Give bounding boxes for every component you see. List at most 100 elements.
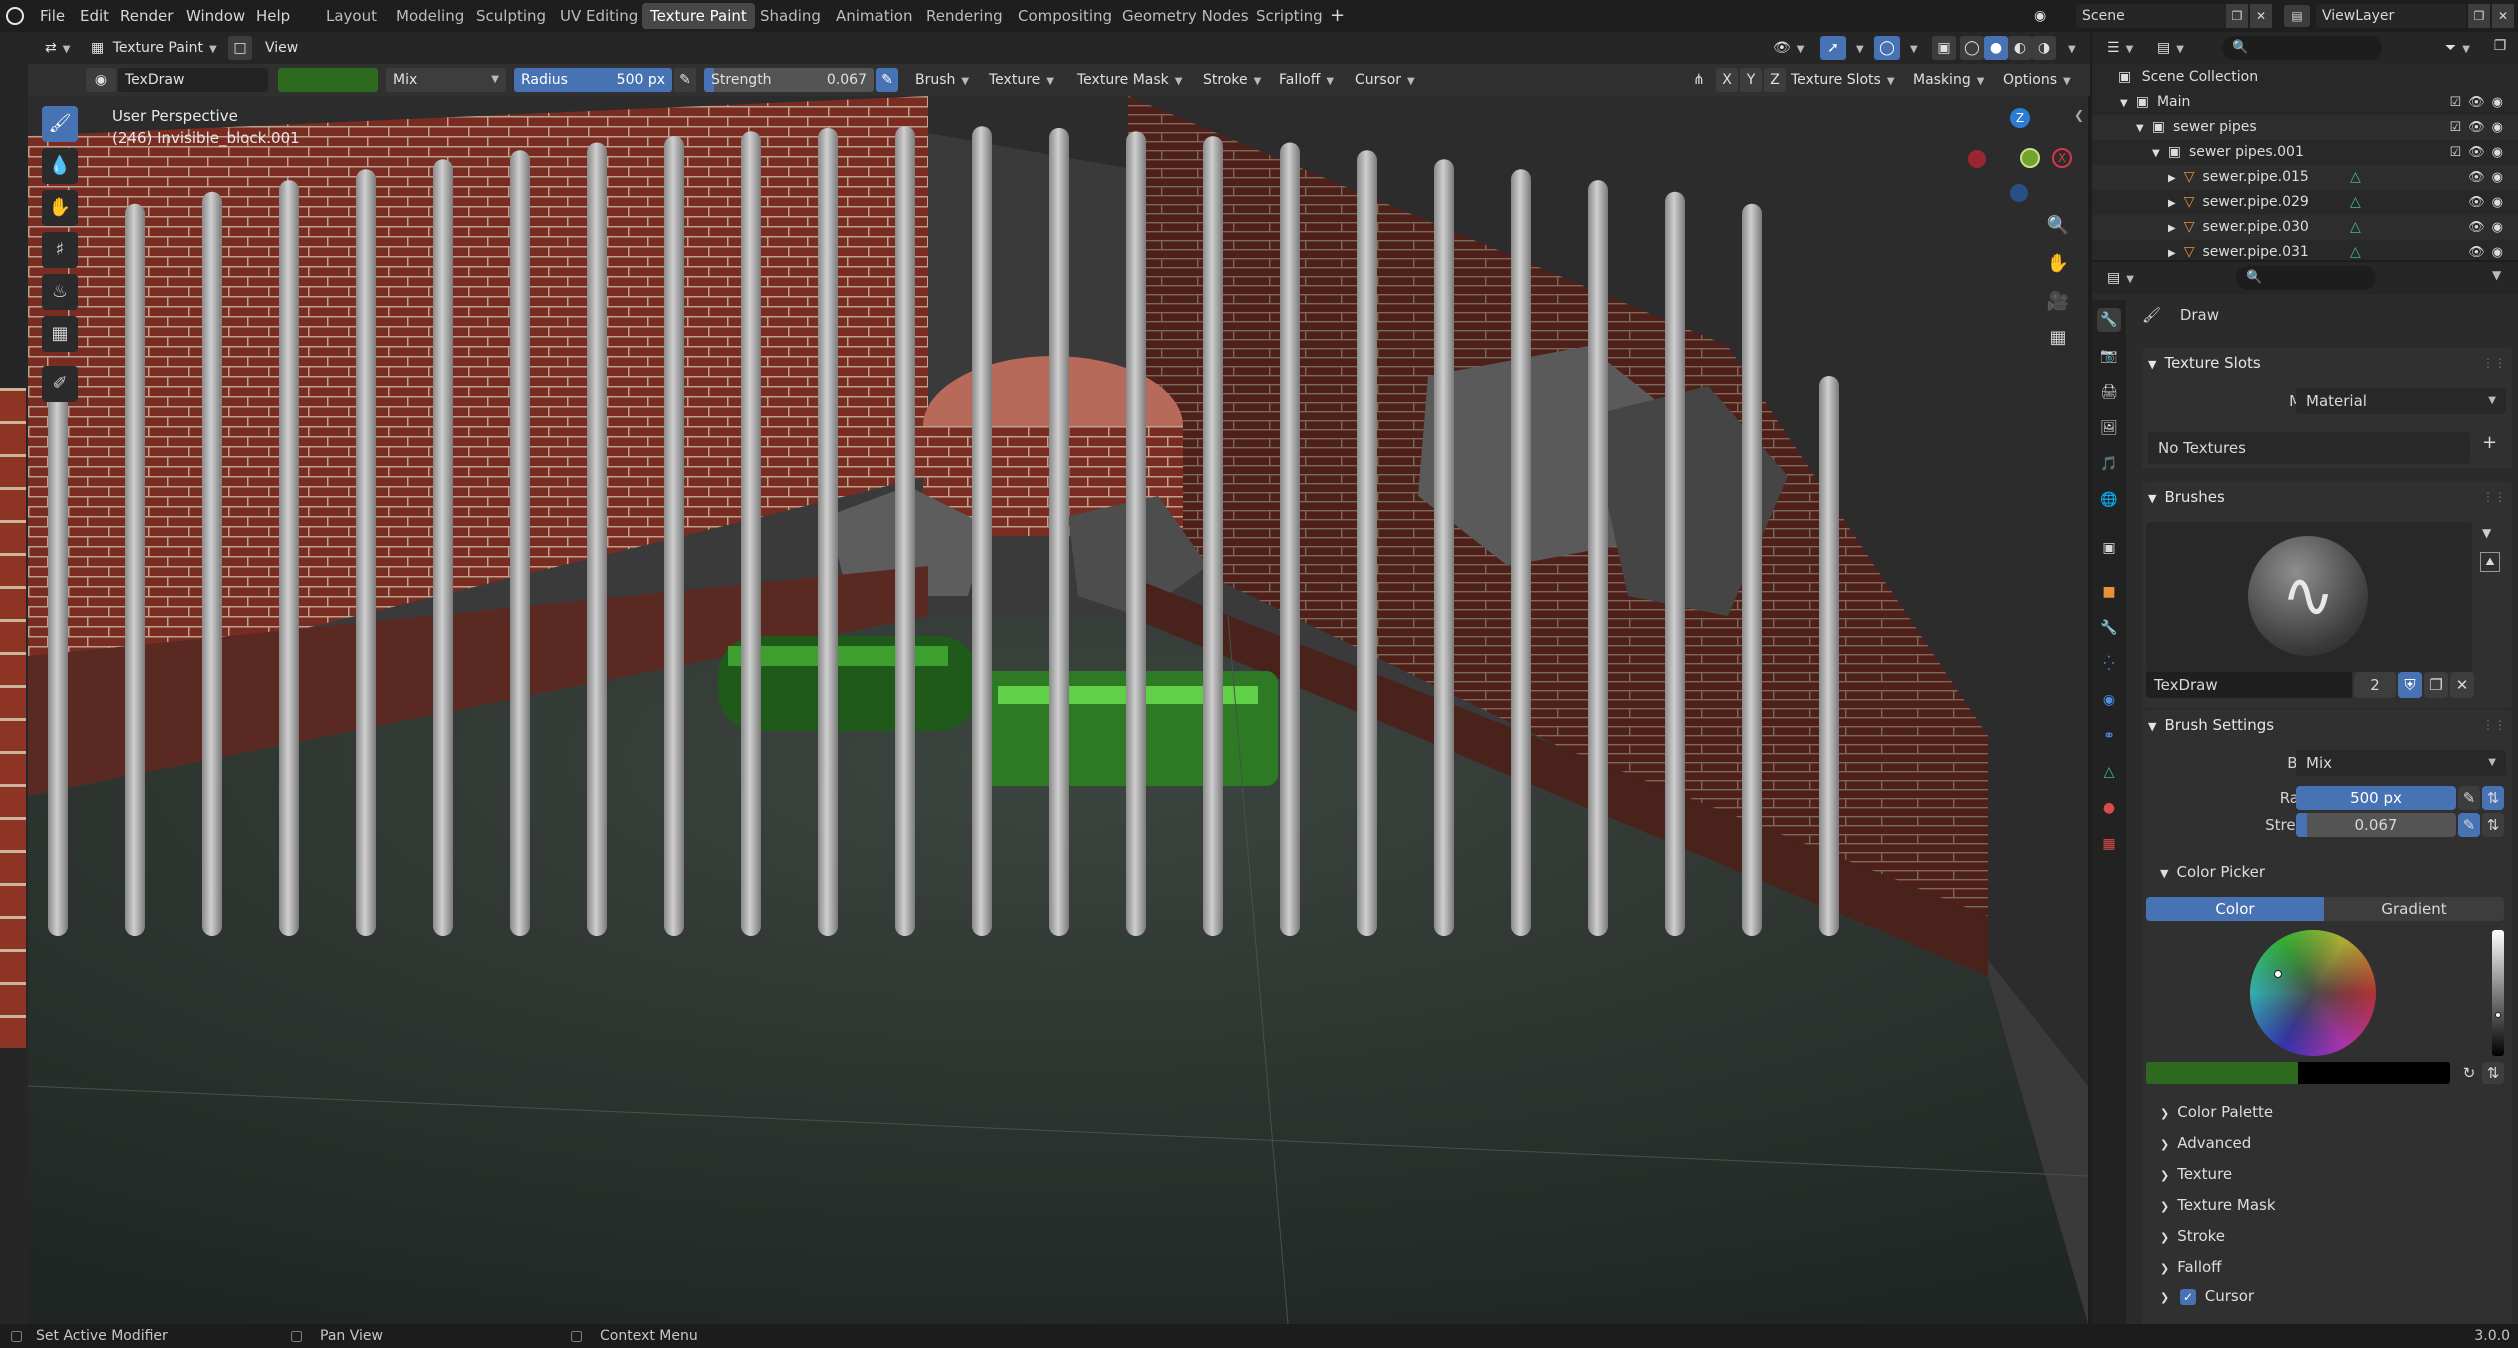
properties-type-icon[interactable]: ▤ ▼ [2100,266,2141,290]
color-swatch-bar[interactable] [2146,1062,2450,1084]
properties-options-icon[interactable]: ▼ [2492,268,2501,282]
radius-pressure-toggle-icon[interactable]: ✎ [2458,786,2480,810]
draw-brush-icon[interactable]: 🖌 [42,106,78,142]
brush-name-field[interactable]: TexDraw [118,68,268,92]
object-tab-icon[interactable]: ■ [2097,580,2121,604]
material-shading-icon[interactable]: ◐ [2008,36,2032,60]
tool-tab-icon[interactable]: 🔧 [2097,308,2121,332]
drag-handle-icon[interactable]: ⋮⋮ [2482,482,2506,512]
overlay-toggle-icon[interactable]: ◯ [1874,36,1900,60]
radius-field[interactable]: 500 px [2296,786,2456,810]
blend-dropdown[interactable]: Mix ▼ [2296,750,2506,776]
collapsed-subpanel-header[interactable]: ❯ Color Palette [2160,1098,2273,1126]
add-texture-icon[interactable]: + [2482,432,2497,453]
editor-type-dropdown[interactable]: ⇄ ▼ [38,36,77,60]
smear-brush-icon[interactable]: ✋ [42,190,78,226]
brush-preview[interactable]: ∿ [2146,522,2472,672]
outliner-row[interactable]: ▶ ▽ sewer.pipe.015 △ 👁◉ [2092,165,2518,190]
pan-hand-icon[interactable]: ✋ [2042,248,2074,280]
row-visibility-icons[interactable]: ☑👁◉ [2449,90,2510,115]
radius-pressure-icon[interactable]: ✎ [674,68,696,92]
add-workspace-button[interactable]: + [1330,0,1345,32]
navigation-gizmo[interactable]: Z X [1968,106,2072,216]
outliner-scene-collection[interactable]: ▣ Scene Collection [2092,65,2518,90]
view-layer-tab-icon[interactable]: 🖼 [2097,416,2121,440]
mask-brush-icon[interactable]: ▦ [42,316,78,352]
scene-tab-icon[interactable]: 🎵 [2097,452,2121,476]
texture-mask-dropdown[interactable]: Texture Mask ▼ [1070,68,1189,92]
3d-viewport[interactable]: 🖌 💧 ✋ ♯ ♨ ▦ ✐ User Perspective (246) Inv… [28,96,2088,1324]
expand-arrow-icon[interactable]: ▼ [2136,123,2144,134]
constraints-tab-icon[interactable]: ⚭ [2097,724,2121,748]
gizmo-z-axis[interactable]: Z [2010,108,2030,128]
xray-toggle-icon[interactable]: ▣ [1932,36,1956,60]
tab-sculpting[interactable]: Sculpting [468,3,554,29]
outliner-row[interactable]: ▼ ▣ sewer pipes.001 ☑👁◉ [2092,140,2518,165]
tab-geometry-nodes[interactable]: Geometry Nodes [1114,3,1257,29]
tab-texture-paint[interactable]: Texture Paint [642,3,755,29]
brush-browse-chevron-icon[interactable]: ▼ [2482,526,2491,540]
fake-user-shield-icon[interactable]: ⛨ [2398,672,2422,698]
brush-settings-panel-header[interactable]: ▼ Brush Settings ⋮⋮ [2142,710,2512,740]
solid-shading-icon[interactable]: ● [1984,36,2008,60]
modifier-tab-icon[interactable]: 🔧 [2097,616,2121,640]
expand-arrow-icon[interactable]: ▶ [2168,173,2176,184]
gizmo-x-axis[interactable]: X [2052,148,2072,168]
strength-slider[interactable]: Strength 0.067 [704,68,874,92]
row-visibility-icons[interactable]: 👁◉ [2468,165,2510,190]
color-tab[interactable]: Color [2146,897,2324,921]
menu-file[interactable]: File [40,0,65,32]
mirror-z-toggle[interactable]: Z [1764,68,1786,92]
collapsed-subpanel-header[interactable]: ❯ Stroke [2160,1222,2225,1250]
tab-rendering[interactable]: Rendering [918,3,1011,29]
tab-shading[interactable]: Shading [752,3,829,29]
brush-users-count[interactable]: 2 [2354,672,2396,698]
symmetry-icon[interactable]: ⋔ [1686,68,1712,92]
annotate-icon[interactable]: ✐ [42,366,78,402]
outliner-filter-icon[interactable]: ⏷ ▼ [2438,36,2477,60]
value-slider-handle[interactable] [2495,1012,2501,1018]
color-wheel[interactable] [2250,930,2376,1056]
cursor-checkbox[interactable]: ✓ [2180,1288,2196,1305]
color-wheel-cursor[interactable] [2274,970,2282,978]
strength-unified-toggle-icon[interactable]: ⇅ [2482,813,2504,837]
sidebar-toggle-icon[interactable]: ❮ [2074,108,2084,122]
viewlayer-icon[interactable]: ▤ [2284,5,2310,27]
collapsed-subpanel-header[interactable]: ❯ Falloff [2160,1253,2222,1281]
strength-pressure-icon[interactable]: ✎ [876,68,898,92]
scene-copy-icon[interactable]: ❐ [2226,4,2248,28]
collapsed-subpanel-header[interactable]: ❯ Advanced [2160,1129,2251,1157]
menu-render[interactable]: Render [120,0,173,32]
fill-brush-icon[interactable]: ♨ [42,274,78,310]
brush-icon[interactable]: ◉ [86,68,116,92]
viewlayer-close-icon[interactable]: ✕ [2492,4,2514,28]
gizmo-toggle-icon[interactable]: ➚ [1820,36,1846,60]
material-tab-icon[interactable]: ● [2097,796,2121,820]
drag-handle-icon[interactable]: ⋮⋮ [2482,348,2506,378]
ortho-grid-icon[interactable]: ▦ [2042,322,2074,354]
expand-arrow-icon[interactable]: ▶ [2168,223,2176,234]
stroke-dropdown[interactable]: Stroke ▼ [1196,68,1268,92]
blend-dropdown[interactable]: Mix ▼ [386,68,506,92]
tab-layout[interactable]: Layout [318,3,385,29]
brush-image-icon[interactable]: ⛰ [2480,552,2500,572]
slots-toggle-icon[interactable]: □ [228,36,252,60]
visibility-icon[interactable]: 👁 ▼ [1766,36,1811,60]
masking-dropdown[interactable]: Masking ▼ [1906,68,1991,92]
particles-tab-icon[interactable]: ⁛ [2097,652,2121,676]
camera-icon[interactable]: 🎥 [2042,286,2074,318]
wireframe-shading-icon[interactable]: ◯ [1960,36,1984,60]
gradient-tab[interactable]: Gradient [2324,897,2504,921]
radius-slider[interactable]: Radius 500 px [514,68,672,92]
swap-colors-icon[interactable]: ↻ [2458,1062,2480,1084]
tab-scripting[interactable]: Scripting [1248,3,1331,29]
row-visibility-icons[interactable]: 👁◉ [2468,215,2510,240]
gizmo-dropdown-icon[interactable]: ▼ [1846,36,1868,60]
output-tab-icon[interactable]: 🖨 [2097,380,2121,404]
outliner-row[interactable]: ▼ ▣ Main ☑👁◉ [2092,90,2518,115]
expand-arrow-icon[interactable]: ▶ [2168,198,2176,209]
world-tab-icon[interactable]: 🌐 [2097,488,2121,512]
viewlayer-copy-icon[interactable]: ❐ [2468,4,2490,28]
properties-search-field[interactable]: 🔍 [2236,266,2376,290]
expand-arrow-icon[interactable]: ▼ [2120,98,2128,109]
